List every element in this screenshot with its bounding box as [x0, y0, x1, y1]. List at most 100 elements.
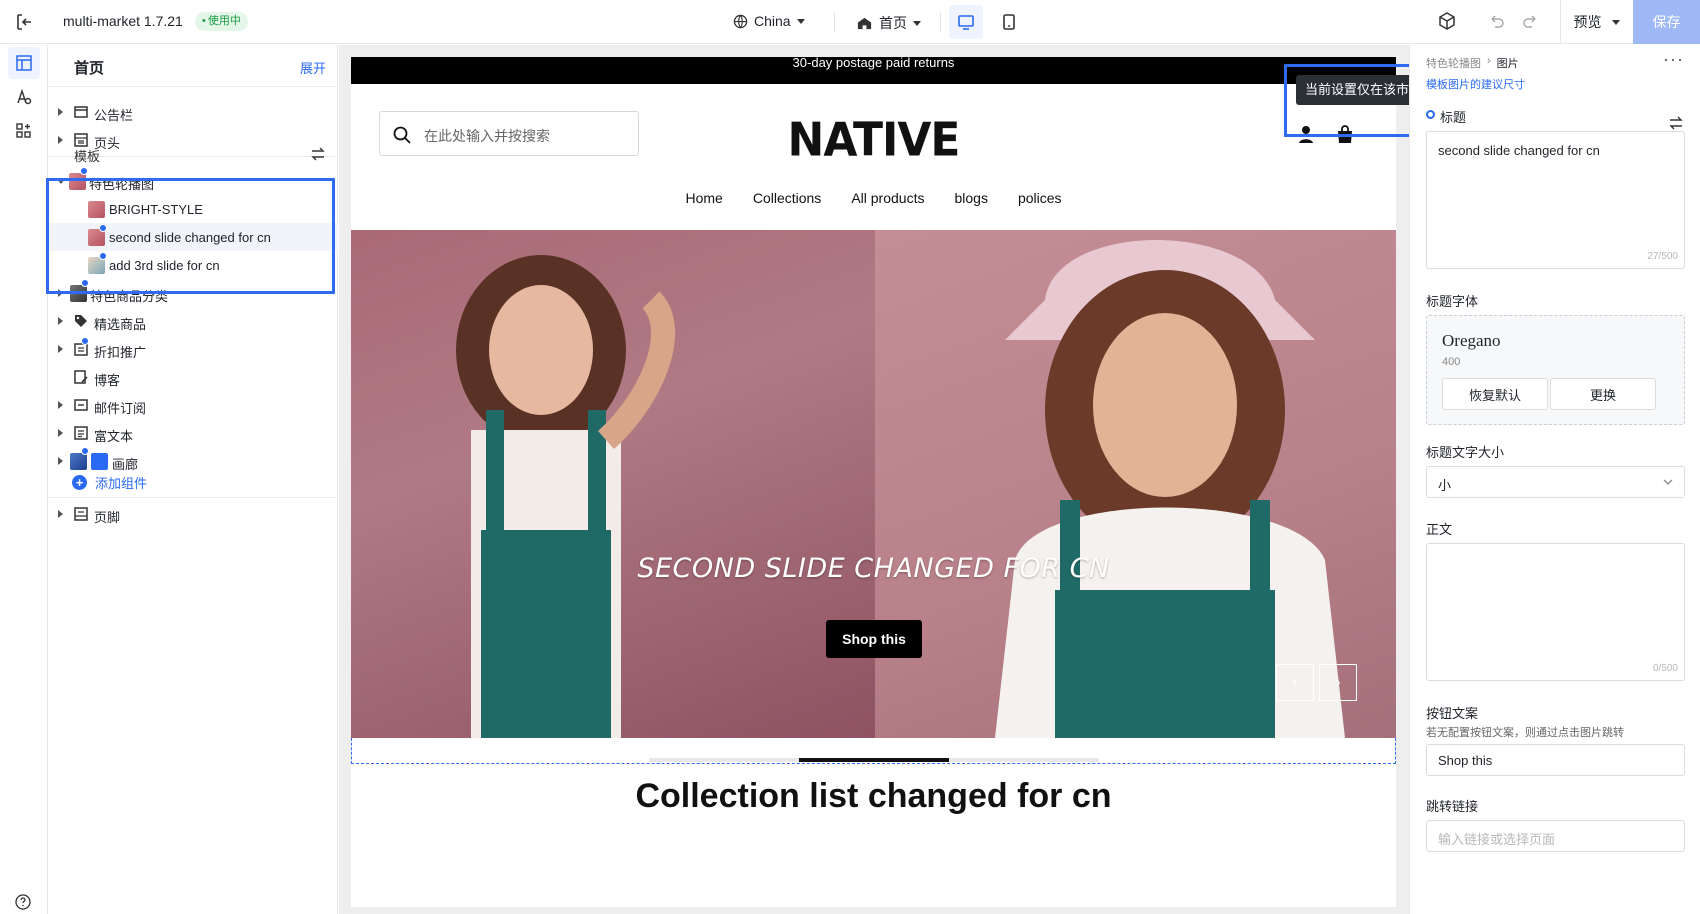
tree-item-label: 画廊 — [112, 457, 139, 472]
market-dot — [80, 167, 88, 175]
chevron-down-icon — [913, 20, 921, 26]
breadcrumb-parent[interactable]: 特色轮播图 — [1426, 55, 1481, 71]
title-textarea[interactable]: second slide changed for cn 27/500 — [1426, 131, 1685, 269]
title-size-select[interactable]: 小 — [1426, 466, 1685, 498]
font-weight: 400 — [1442, 356, 1461, 368]
more-icon[interactable]: ··· — [1663, 49, 1684, 70]
font-picker-card: Oregano 400 恢复默认 更换 — [1426, 315, 1685, 425]
tree-item-slide-2[interactable]: second slide changed for cn — [48, 223, 338, 251]
tree-item-blog[interactable]: 博客 — [48, 363, 338, 391]
tree-item-discount[interactable]: 折扣推广 — [48, 335, 338, 363]
account-icon[interactable] — [1296, 123, 1316, 145]
button-text-hint: 若无配置按钮文案，则通过点击图片跳转 — [1426, 727, 1624, 739]
hero-image-left — [351, 230, 875, 738]
tree-item-announcement[interactable]: 公告栏 — [48, 98, 338, 126]
store-header-icons — [1296, 123, 1356, 145]
hero-title: SECOND SLIDE CHANGED FOR CN — [637, 553, 1110, 584]
tree-item-featured-products[interactable]: 精选商品 — [48, 307, 338, 335]
store-nav: Home Collections All products blogs poli… — [351, 190, 1396, 206]
tree-item-label: 公告栏 — [94, 108, 134, 123]
button-text-input[interactable]: Shop this — [1426, 744, 1685, 776]
carousel-prev-button[interactable]: ‹ — [1276, 664, 1314, 701]
reset-font-button[interactable]: 恢复默认 — [1442, 378, 1548, 410]
chevron-right-icon: › — [1335, 673, 1341, 691]
body-label: 正文 — [1426, 522, 1453, 537]
cube-icon[interactable] — [1437, 11, 1457, 34]
carousel-indicator-active[interactable] — [799, 758, 949, 762]
announcement-icon — [74, 106, 88, 118]
save-button[interactable]: 保存 — [1633, 0, 1700, 44]
redo-icon[interactable] — [1520, 11, 1540, 34]
gallery-icon — [91, 453, 108, 470]
button-text-value: Shop this — [1438, 753, 1493, 768]
chevron-right-icon: › — [1487, 55, 1491, 67]
nav-link-all-products[interactable]: All products — [851, 190, 924, 206]
tree-item-label: 页脚 — [94, 510, 121, 525]
hero-image-right — [875, 230, 1396, 738]
sections-tab[interactable] — [8, 47, 40, 79]
nav-link-collections[interactable]: Collections — [753, 190, 821, 206]
store-logo[interactable]: NATIVE — [351, 114, 1396, 168]
market-selector[interactable]: China — [733, 13, 805, 29]
nav-link-blogs[interactable]: blogs — [954, 190, 987, 206]
tree-item-footer[interactable]: 页脚 — [48, 500, 338, 528]
page-selector[interactable]: 首页 — [856, 13, 921, 33]
tree-item-newsletter[interactable]: 邮件订阅 — [48, 391, 338, 419]
footer-icon — [74, 507, 88, 521]
theme-style-tab[interactable] — [8, 81, 40, 113]
tree-item-carousel[interactable]: 特色轮播图 — [48, 167, 338, 195]
mobile-view-button[interactable] — [992, 5, 1026, 39]
settings-panel: 特色轮播图 › 图片 ··· 模板图片的建议尺寸 标题 second slide… — [1409, 45, 1700, 914]
tree-header: 首页 展开 — [48, 45, 338, 87]
layout-icon — [16, 55, 32, 71]
carousel-next-button[interactable]: › — [1319, 664, 1357, 701]
apps-icon — [16, 123, 31, 138]
apps-tab[interactable] — [8, 115, 40, 147]
image-size-link[interactable]: 模板图片的建议尺寸 — [1426, 76, 1525, 92]
add-component-button[interactable]: + 添加组件 — [72, 473, 147, 492]
tree-item-featured-collection[interactable]: 特色商品分类 — [48, 279, 338, 307]
swap-icon[interactable] — [310, 146, 326, 165]
market-dot — [81, 279, 89, 287]
tree-item-rich-text[interactable]: 富文本 — [48, 419, 338, 447]
link-input[interactable]: 输入链接或选择页面 — [1426, 820, 1685, 852]
hero-shop-button[interactable]: Shop this — [826, 620, 922, 658]
expand-button[interactable]: 展开 — [300, 58, 326, 77]
plus-icon: + — [72, 475, 87, 490]
nav-link-polices[interactable]: polices — [1018, 190, 1062, 206]
announcement-bar[interactable]: 30-day postage paid returns — [351, 57, 1396, 84]
chevron-right-icon — [58, 136, 63, 144]
title-size-label: 标题文字大小 — [1426, 445, 1505, 460]
change-font-button[interactable]: 更换 — [1550, 378, 1656, 410]
preview-button[interactable]: 预览 — [1560, 0, 1632, 44]
breadcrumb-current: 图片 — [1496, 58, 1519, 70]
market-dot — [99, 224, 107, 232]
chevron-down-icon — [57, 179, 65, 184]
tree-item-slide-3[interactable]: add 3rd slide for cn — [48, 251, 338, 279]
nav-link-home[interactable]: Home — [685, 190, 722, 206]
tree-item-gallery[interactable]: 画廊 — [48, 447, 338, 475]
tree-item-label: 折扣推广 — [94, 345, 147, 360]
home-icon — [857, 17, 872, 29]
title-size-value: 小 — [1438, 478, 1452, 493]
help-icon[interactable] — [14, 893, 32, 914]
tree-item-label: 博客 — [94, 373, 121, 388]
chevron-down-icon — [796, 18, 805, 24]
market-indicator-icon — [1426, 110, 1435, 119]
exit-icon[interactable] — [14, 12, 34, 32]
chevron-down-icon — [1663, 479, 1673, 485]
desktop-icon — [958, 15, 974, 30]
cart-icon[interactable] — [1334, 123, 1356, 145]
model-illustration — [456, 255, 676, 738]
status-badge: 使用中 — [195, 12, 248, 31]
body-textarea[interactable]: 0/500 — [1426, 543, 1685, 681]
desktop-view-button[interactable] — [949, 5, 983, 39]
font-style-icon — [17, 88, 32, 105]
undo-icon[interactable] — [1487, 11, 1507, 34]
tree-item-slide-1[interactable]: BRIGHT-STYLE — [48, 195, 338, 223]
mail-icon — [74, 399, 88, 411]
tree-item-label: 精选商品 — [94, 317, 147, 332]
chevron-right-icon — [58, 108, 63, 116]
hero-carousel[interactable]: SECOND SLIDE CHANGED FOR CN Shop this ‹ … — [351, 230, 1396, 738]
chevron-right-icon — [58, 345, 63, 353]
